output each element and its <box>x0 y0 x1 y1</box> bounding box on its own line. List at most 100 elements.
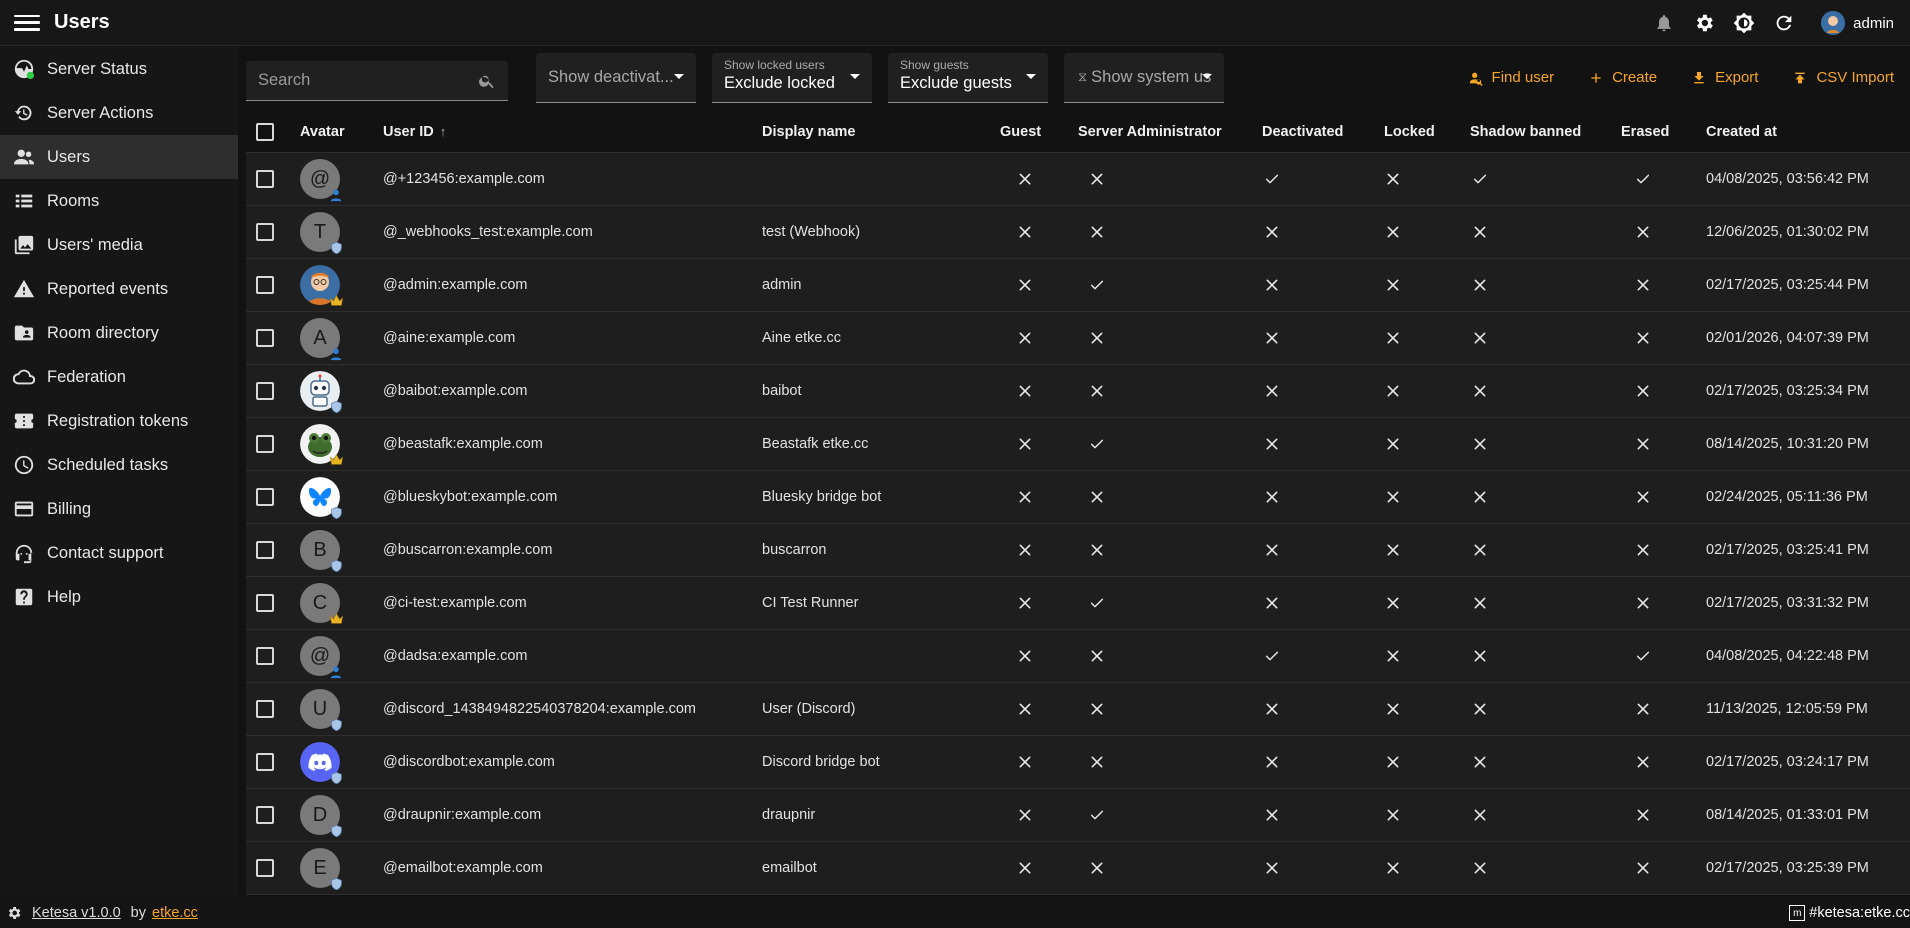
filter-system-users[interactable]: ⧖ Show system us <box>1064 53 1224 103</box>
user-id: @_webhooks_test:example.com <box>383 224 593 240</box>
sidebar-item-scheduled-tasks[interactable]: Scheduled tasks <box>0 443 238 487</box>
search-input[interactable] <box>258 71 478 90</box>
sidebar-item-users-media[interactable]: Users' media <box>0 223 238 267</box>
row-checkbox[interactable] <box>256 753 274 771</box>
settings-gear-icon[interactable] <box>1691 10 1717 36</box>
table-row[interactable]: @baibot:example.com baibot 02/17/2025, 03:… <box>246 365 1910 418</box>
refresh-icon[interactable] <box>1771 10 1797 36</box>
avatar: T <box>300 212 342 255</box>
deactivated-cross-icon <box>1264 436 1280 452</box>
column-header-erased[interactable]: Erased <box>1621 111 1669 152</box>
table-row[interactable]: U @discord_1438494822540378204:example.co… <box>246 683 1910 736</box>
bell-icon[interactable] <box>1651 10 1677 36</box>
table-row[interactable]: @beastafk:example.com Beastafk etke.cc 08/… <box>246 418 1910 471</box>
version-link[interactable]: Ketesa v1.0.0 <box>32 905 121 921</box>
etke-link[interactable]: etke.cc <box>152 905 198 921</box>
row-checkbox[interactable] <box>256 170 274 188</box>
column-header-guest[interactable]: Guest <box>1000 111 1041 152</box>
column-header-created-at[interactable]: Created at <box>1706 111 1777 152</box>
shield-badge-icon <box>328 558 344 574</box>
filter-label: Show locked users <box>724 58 825 72</box>
user-id: @dadsa:example.com <box>383 648 528 664</box>
sort-arrow-up-icon: ↑ <box>439 124 447 139</box>
row-checkbox[interactable] <box>256 541 274 559</box>
shadow-banned-cross-icon <box>1472 754 1488 770</box>
sidebar-item-reported-events[interactable]: Reported events <box>0 267 238 311</box>
sidebar-item-room-directory[interactable]: Room directory <box>0 311 238 355</box>
row-checkbox[interactable] <box>256 223 274 241</box>
user-id: @discordbot:example.com <box>383 754 555 770</box>
theme-toggle-icon[interactable] <box>1731 10 1757 36</box>
row-checkbox[interactable] <box>256 382 274 400</box>
filter-value: Exclude locked <box>724 74 835 92</box>
find-user-button[interactable]: Find user <box>1468 69 1554 86</box>
table-row[interactable]: D @draupnir:example.com draupnir 08/14/2025… <box>246 789 1910 842</box>
admin-check-icon <box>1089 595 1105 611</box>
erased-cross-icon <box>1635 701 1651 717</box>
avatar: A <box>300 318 342 361</box>
table-row[interactable]: B @buscarron:example.com buscarron 02/17/20… <box>246 524 1910 577</box>
sidebar-item-users[interactable]: Users <box>0 135 238 179</box>
row-checkbox[interactable] <box>256 488 274 506</box>
row-checkbox[interactable] <box>256 435 274 453</box>
column-header-avatar[interactable]: Avatar <box>300 111 345 152</box>
row-checkbox[interactable] <box>256 806 274 824</box>
sidebar-item-billing[interactable]: Billing <box>0 487 238 531</box>
search-field[interactable] <box>246 61 508 101</box>
table-row[interactable]: A @aine:example.com Aine etke.cc 02/01/2026… <box>246 312 1910 365</box>
table-row[interactable]: @discordbot:example.com Discord bridge bo… <box>246 736 1910 789</box>
table-row[interactable]: @ @+123456:example.com 04/08/2025, 03:56:4… <box>246 153 1910 206</box>
upload-icon <box>1795 72 1806 83</box>
row-checkbox[interactable] <box>256 594 274 612</box>
row-checkbox[interactable] <box>256 276 274 294</box>
sidebar-item-help[interactable]: Help <box>0 575 238 619</box>
column-header-display-name[interactable]: Display name <box>762 111 856 152</box>
row-checkbox[interactable] <box>256 859 274 877</box>
column-header-shadow-banned[interactable]: Shadow banned <box>1470 111 1581 152</box>
column-header-user-id[interactable]: User ID ↑ <box>383 111 446 152</box>
shield-badge-icon <box>328 399 344 415</box>
hamburger-menu-icon[interactable] <box>14 13 40 33</box>
column-header-deactivated[interactable]: Deactivated <box>1262 111 1343 152</box>
warning-icon <box>12 277 36 301</box>
locked-cross-icon <box>1385 436 1401 452</box>
csv-import-button[interactable]: CSV Import <box>1792 69 1894 86</box>
sidebar-item-label: Rooms <box>47 191 100 210</box>
user-menu[interactable]: admin <box>1821 11 1894 35</box>
sidebar-item-contact-support[interactable]: Contact support <box>0 531 238 575</box>
sidebar-item-rooms[interactable]: Rooms <box>0 179 238 223</box>
sidebar-item-federation[interactable]: Federation <box>0 355 238 399</box>
table-row[interactable]: @ @dadsa:example.com 04/08/2025, 04:22:48 … <box>246 630 1910 683</box>
matrix-room-link[interactable]: m #ketesa:etke.cc <box>1789 898 1910 928</box>
table-row[interactable]: T @_webhooks_test:example.com test (Webhoo… <box>246 206 1910 259</box>
create-button[interactable]: Create <box>1588 69 1657 86</box>
table-row[interactable]: @blueskybot:example.com Bluesky bridge bo… <box>246 471 1910 524</box>
chevron-down-icon <box>1202 74 1212 79</box>
export-button[interactable]: Export <box>1691 69 1758 86</box>
created-at: 08/14/2025, 01:33:01 PM <box>1706 807 1869 823</box>
table-row[interactable]: @admin:example.com admin 02/17/2025, 03:25… <box>246 259 1910 312</box>
column-header-locked[interactable]: Locked <box>1384 111 1435 152</box>
clock-icon <box>12 453 36 477</box>
locked-cross-icon <box>1385 807 1401 823</box>
filter-guests[interactable]: Show guests Exclude guests <box>888 53 1048 103</box>
erased-cross-icon <box>1635 436 1651 452</box>
sidebar-item-server-status[interactable]: Server Status <box>0 47 238 91</box>
table-row[interactable]: E @emailbot:example.com emailbot 02/17/2025… <box>246 842 1910 895</box>
column-header-server-admin[interactable]: Server Administrator <box>1078 111 1222 152</box>
sidebar-item-label: Reported events <box>47 279 169 298</box>
erased-cross-icon <box>1635 542 1651 558</box>
filter-deactivated[interactable]: Show deactivat... <box>536 53 696 103</box>
table-row[interactable]: C @ci-test:example.com CI Test Runner 02/17… <box>246 577 1910 630</box>
row-checkbox[interactable] <box>256 647 274 665</box>
row-checkbox[interactable] <box>256 700 274 718</box>
avatar <box>300 742 342 785</box>
select-all-checkbox[interactable] <box>256 122 274 141</box>
sidebar-item-label: Room directory <box>47 323 159 342</box>
filter-locked[interactable]: Show locked users Exclude locked <box>712 53 872 103</box>
row-checkbox[interactable] <box>256 329 274 347</box>
sidebar-item-registration-tokens[interactable]: Registration tokens <box>0 399 238 443</box>
display-name: baibot <box>762 383 802 399</box>
sidebar-item-server-actions[interactable]: Server Actions <box>0 91 238 135</box>
shield-badge-icon <box>328 505 344 521</box>
